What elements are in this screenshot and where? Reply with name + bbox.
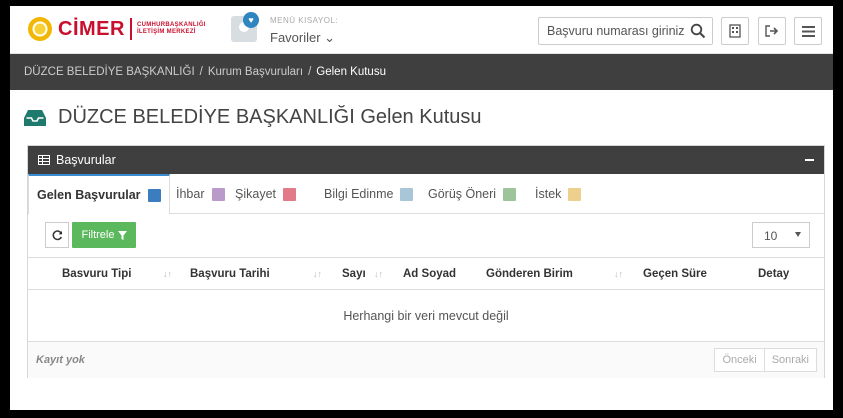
page-size-select[interactable]: 10 (752, 222, 810, 248)
applications-table: Basvuru Tipi ↓↑ Başvuru Tarihi ↓↑ Sayı ↓↑ A… (28, 257, 824, 342)
category-tabs: Gelen Başvurular İhbar Şikayet Bilgi Edi… (28, 174, 824, 214)
next-page-button[interactable]: Sonraki (764, 348, 817, 372)
tab-label: Görüş Öneri (428, 187, 497, 201)
hamburger-icon (801, 25, 815, 37)
sort-icon: ↓↑ (163, 269, 172, 279)
funnel-icon (117, 230, 127, 240)
tab-color-swatch (568, 187, 582, 201)
breadcrumb-item-applications[interactable]: Kurum Başvuruları (208, 66, 303, 78)
logo-text: CİMER (58, 17, 125, 40)
empty-table-message: Herhangi bir veri mevcut değil (28, 289, 824, 342)
building-button[interactable] (721, 17, 749, 45)
logout-button[interactable] (758, 17, 786, 45)
tab-label: Gelen Başvurular (37, 188, 141, 202)
previous-page-button[interactable]: Önceki (714, 348, 765, 372)
tab-gorus-oneri[interactable]: Görüş Öneri (428, 182, 517, 206)
tab-color-swatch (147, 188, 161, 202)
column-header-date[interactable]: Başvuru Tarihi ↓↑ (180, 257, 330, 290)
tab-gelen-basvurular[interactable]: Gelen Başvurular (28, 174, 170, 214)
filter-button[interactable]: Filtrele (72, 222, 136, 248)
inbox-tray-icon (24, 109, 46, 126)
building-icon (729, 24, 741, 38)
breadcrumb-item-institution[interactable]: DÜZCE BELEDİYE BAŞKANLIĞI (24, 66, 195, 78)
record-count-info: Kayıt yok (36, 354, 85, 366)
column-header-elapsed[interactable]: Geçen Süre (631, 257, 736, 290)
sun-emblem-icon (28, 17, 52, 41)
page-title: DÜZCE BELEDİYE BAŞKANLIĞI Gelen Kutusu (24, 106, 482, 129)
menu-button[interactable] (794, 17, 822, 45)
panel-footer: Kayıt yok Önceki Sonraki (28, 342, 824, 378)
filter-label: Filtrele (81, 229, 115, 241)
page-size-value: 10 (764, 229, 778, 243)
pagination: Önceki Sonraki (714, 348, 817, 372)
breadcrumb-separator: / (199, 66, 203, 78)
search-icon[interactable] (690, 23, 706, 39)
logo-divider (129, 18, 132, 40)
table-row: Herhangi bir veri mevcut değil (28, 289, 824, 342)
sort-icon: ↓↑ (374, 269, 383, 279)
sort-icon: ↓↑ (614, 269, 623, 279)
table-header-row: Basvuru Tipi ↓↑ Başvuru Tarihi ↓↑ Sayı ↓↑ A… (28, 257, 824, 290)
tab-label: Şikayet (235, 187, 276, 201)
tab-label: İstek (535, 187, 562, 201)
breadcrumb-separator: / (308, 66, 312, 78)
collapse-icon[interactable] (805, 159, 814, 161)
application-search (538, 17, 713, 45)
breadcrumb: DÜZCE BELEDİYE BAŞKANLIĞI / Kurum Başvur… (10, 54, 833, 90)
column-header-detail: Detay (736, 257, 824, 290)
breadcrumb-item-inbox: Gelen Kutusu (316, 66, 386, 78)
column-header-sender[interactable]: Gönderen Birim ↓↑ (474, 257, 631, 290)
tab-bilgi-edinme[interactable]: Bilgi Edinme (324, 182, 414, 206)
sort-icon: ↓↑ (313, 269, 322, 279)
logo-subtext: CUMHURBAŞKANLIĞI İLETİŞİM MERKEZİ (136, 22, 206, 35)
caret-down-icon (795, 232, 801, 237)
panel-header: Başvurular (28, 146, 824, 174)
table-icon (38, 155, 50, 165)
applications-panel: Başvurular Gelen Başvurular İhbar Şikaye… (27, 145, 825, 378)
favorites-dropdown[interactable]: Favoriler ⌄ (270, 30, 335, 46)
app-window: CİMER CUMHURBAŞKANLIĞI İLETİŞİM MERKEZİ … (10, 6, 833, 410)
search-input[interactable] (539, 18, 684, 44)
panel-title: Başvurular (56, 153, 116, 167)
cimer-logo[interactable]: CİMER CUMHURBAŞKANLIĞI İLETİŞİM MERKEZİ (28, 14, 206, 44)
tab-color-swatch (211, 187, 225, 201)
favorites-label: MENÜ KISAYOL: (270, 16, 339, 25)
page-title-text: DÜZCE BELEDİYE BAŞKANLIĞI Gelen Kutusu (58, 106, 482, 128)
tab-ihbar[interactable]: İhbar (176, 182, 225, 206)
tab-color-swatch (283, 187, 296, 201)
sign-out-icon (765, 25, 779, 37)
tab-label: İhbar (176, 187, 205, 201)
tab-color-swatch (503, 187, 517, 201)
heart-badge-icon: ♥ (243, 12, 259, 28)
column-header-number[interactable]: Sayı ↓↑ (330, 257, 391, 290)
top-header: CİMER CUMHURBAŞKANLIĞI İLETİŞİM MERKEZİ … (10, 6, 833, 54)
column-header-name[interactable]: Ad Soyad (391, 257, 474, 290)
tab-label: Bilgi Edinme (324, 187, 394, 201)
column-header-select (28, 257, 46, 290)
tab-color-swatch (400, 187, 414, 201)
tab-istek[interactable]: İstek (535, 182, 582, 206)
tab-sikayet[interactable]: Şikayet (235, 182, 296, 206)
refresh-button[interactable] (45, 222, 69, 248)
refresh-icon (52, 229, 62, 240)
table-toolbar: Filtrele 10 (28, 215, 824, 257)
column-header-type[interactable]: Basvuru Tipi ↓↑ (46, 257, 180, 290)
